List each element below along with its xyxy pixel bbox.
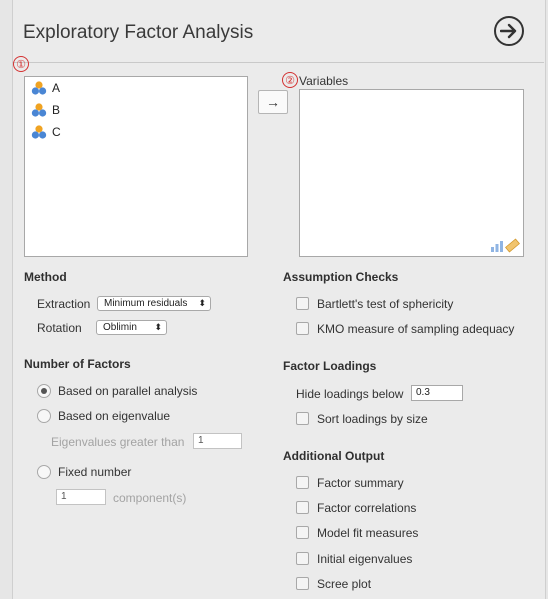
eigenvalue-threshold-input[interactable]: 1	[193, 433, 242, 449]
factor-summary-label[interactable]: Factor summary	[317, 476, 404, 490]
method-heading: Method	[24, 270, 67, 284]
model-fit-label[interactable]: Model fit measures	[317, 526, 418, 540]
run-analysis-button[interactable]	[494, 16, 524, 46]
assumption-checks-heading: Assumption Checks	[283, 270, 399, 284]
variables-label: Variables	[299, 74, 349, 88]
updown-arrows-icon: ⬍	[198, 298, 206, 308]
model-fit-checkbox[interactable]	[296, 526, 309, 539]
updown-arrows-icon: ⬍	[154, 322, 162, 332]
eigen-greater-label: Eigenvalues greater than	[51, 435, 185, 449]
continuous-variable-icon	[491, 241, 503, 252]
extraction-label: Extraction	[37, 297, 91, 311]
marker-two-label: ②	[285, 74, 295, 87]
number-of-factors-heading: Number of Factors	[24, 357, 131, 371]
marker-one-label: ①	[16, 58, 26, 71]
rotation-select[interactable]: Oblimin ⬍	[96, 320, 167, 335]
scree-plot-checkbox[interactable]	[296, 577, 309, 590]
move-to-variables-button[interactable]: →	[258, 90, 288, 114]
list-item[interactable]: C	[31, 123, 61, 141]
page-title: Exploratory Factor Analysis	[23, 22, 254, 43]
fixed-number-radio[interactable]	[37, 465, 51, 479]
available-variables-list[interactable]: A B C	[24, 76, 248, 257]
factor-correlations-label[interactable]: Factor correlations	[317, 501, 416, 515]
fixed-number-label[interactable]: Fixed number	[58, 465, 131, 479]
marker-two: ②	[282, 72, 298, 88]
fixed-number-input[interactable]: 1	[56, 489, 106, 505]
eigenvalue-label[interactable]: Based on eigenvalue	[58, 409, 170, 423]
factor-correlations-checkbox[interactable]	[296, 501, 309, 514]
bartlett-checkbox[interactable]	[296, 297, 309, 310]
nominal-variable-icon	[31, 103, 47, 117]
marker-one: ①	[13, 56, 29, 72]
parallel-analysis-label[interactable]: Based on parallel analysis	[58, 384, 197, 398]
additional-output-heading: Additional Output	[283, 449, 385, 463]
ruler-icon	[505, 238, 520, 253]
factor-summary-checkbox[interactable]	[296, 476, 309, 489]
hide-loadings-label: Hide loadings below	[296, 387, 404, 401]
variable-name: A	[52, 81, 61, 95]
rotation-label: Rotation	[37, 321, 82, 335]
component-label: component(s)	[113, 491, 187, 505]
parallel-analysis-radio[interactable]	[37, 384, 51, 398]
eigenvalue-radio[interactable]	[37, 409, 51, 423]
kmo-label[interactable]: KMO measure of sampling adequacy	[317, 322, 514, 336]
extraction-select[interactable]: Minimum residuals ⬍	[97, 296, 211, 311]
rotation-select-value: Oblimin	[103, 322, 137, 333]
hide-loadings-input[interactable]: 0.3	[411, 385, 463, 401]
move-button-label: →	[266, 94, 280, 110]
extraction-select-value: Minimum residuals	[104, 298, 188, 309]
initial-eigenvalues-checkbox[interactable]	[296, 552, 309, 565]
sort-loadings-checkbox[interactable]	[296, 412, 309, 425]
sort-loadings-label[interactable]: Sort loadings by size	[317, 412, 428, 426]
variable-name: C	[52, 125, 61, 139]
initial-eigenvalues-label[interactable]: Initial eigenvalues	[317, 552, 412, 566]
list-item[interactable]: A	[31, 79, 60, 97]
scree-plot-label[interactable]: Scree plot	[317, 577, 371, 591]
list-item[interactable]: B	[31, 101, 60, 119]
nominal-variable-icon	[31, 125, 47, 139]
panel-header: Exploratory Factor Analysis	[12, 0, 544, 63]
arrow-right-icon	[500, 23, 517, 39]
factor-loadings-heading: Factor Loadings	[283, 359, 377, 373]
variables-target-list[interactable]	[299, 89, 524, 257]
kmo-checkbox[interactable]	[296, 322, 309, 335]
variable-name: B	[52, 103, 61, 117]
bartlett-label[interactable]: Bartlett's test of sphericity	[317, 297, 453, 311]
nominal-variable-icon	[31, 81, 47, 95]
